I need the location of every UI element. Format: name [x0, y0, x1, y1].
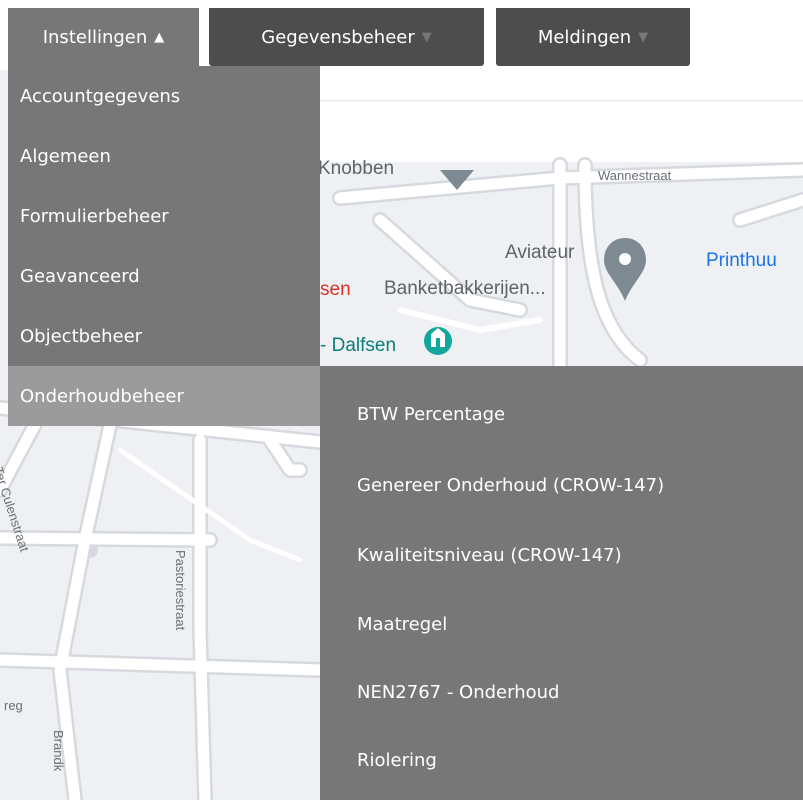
map-label-printhuu[interactable]: Printhuu	[706, 250, 777, 272]
menu-item-geavanceerd[interactable]: Geavanceerd	[8, 246, 320, 306]
menu-item-objectbeheer[interactable]: Objectbeheer	[8, 306, 320, 366]
map-label-street: Wannestraat	[598, 168, 672, 183]
submenu-item-btw-percentage[interactable]: BTW Percentage	[357, 396, 505, 432]
submenu-item-genereer-onderhoud[interactable]: Genereer Onderhoud (CROW-147)	[357, 467, 664, 503]
map-poi-icon	[424, 327, 452, 355]
map-label-aviateur[interactable]: Aviateur	[505, 242, 574, 264]
submenu-item-riolering[interactable]: Riolering	[357, 742, 437, 778]
nav-label: Meldingen	[537, 26, 632, 48]
menu-item-algemeen[interactable]: Algemeen	[8, 126, 320, 186]
submenu-item-kwaliteitsniveau[interactable]: Kwaliteitsniveau (CROW-147)	[357, 537, 622, 573]
menu-item-onderhoudbeheer[interactable]: Onderhoudbeheer	[8, 366, 320, 426]
map-label-knobben: Knobben	[318, 158, 395, 179]
nav-instellingen-button[interactable]: Instellingen ▲	[8, 8, 199, 66]
settings-dropdown-menu: Accountgegevens Algemeen Formulierbeheer…	[8, 66, 320, 426]
nav-label: Gegevensbeheer	[261, 26, 415, 48]
map-label-street: reg	[4, 698, 23, 713]
map-label-street: Pastoriestraat	[173, 550, 188, 631]
caret-up-icon: ▲	[154, 29, 165, 45]
map-label-sen: sen	[320, 279, 351, 300]
caret-down-icon: ▼	[638, 29, 649, 45]
top-navigation: Instellingen ▲ Gegevensbeheer ▼ Meldinge…	[0, 0, 803, 70]
caret-down-icon: ▼	[421, 29, 432, 45]
map-label-banketbakkerijen[interactable]: Banketbakkerijen...	[384, 278, 546, 300]
menu-item-accountgegevens[interactable]: Accountgegevens	[8, 66, 320, 126]
submenu-item-maatregel[interactable]: Maatregel	[357, 606, 447, 642]
nav-gegevensbeheer-button[interactable]: Gegevensbeheer ▼	[209, 8, 484, 66]
map-pin-icon	[604, 238, 646, 301]
nav-meldingen-button[interactable]: Meldingen ▼	[496, 8, 690, 66]
map-label-dalfsen[interactable]: - Dalfsen	[320, 335, 396, 357]
onderhoudbeheer-submenu: BTW Percentage Genereer Onderhoud (CROW-…	[320, 366, 803, 800]
map-label-street: Brandk	[51, 730, 66, 772]
submenu-item-nen2767-onderhoud[interactable]: NEN2767 - Onderhoud	[357, 674, 559, 710]
menu-item-formulierbeheer[interactable]: Formulierbeheer	[8, 186, 320, 246]
nav-label: Instellingen	[42, 26, 148, 48]
